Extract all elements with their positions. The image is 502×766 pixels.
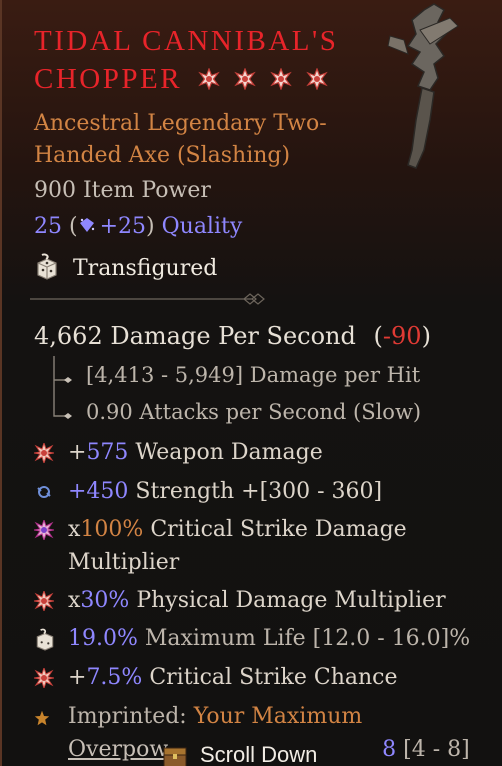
item-name-line1: TIDAL CANNIBAL'S xyxy=(34,25,339,57)
dps-line: 4,662 Damage Per Second (-90) xyxy=(34,322,431,350)
dps-value: 4,662 Damage Per Second xyxy=(34,322,356,350)
imprint-range: [4 - 8] xyxy=(396,737,470,762)
affix-prefix: x xyxy=(68,588,81,613)
quality-value: 25 xyxy=(34,214,62,239)
affix-value: 19.0% xyxy=(68,626,138,651)
affix-value: +450 xyxy=(68,479,129,504)
socket-icon xyxy=(234,68,256,90)
scroll-down-label: Scroll Down xyxy=(200,742,318,766)
attacks-per-second: 0.90 Attacks per Second (Slow) xyxy=(86,400,422,424)
quality-line: 25 ( +25) Quality xyxy=(34,214,242,239)
affix-text: Physical Damage Multiplier xyxy=(129,588,446,613)
imprint-text-b: Overpow xyxy=(68,737,169,762)
dps-tree-connector xyxy=(53,356,72,419)
damage-icon xyxy=(34,591,54,611)
transfigured-label: Transfigured xyxy=(73,256,218,281)
quality-label: Quality xyxy=(161,214,243,239)
transfigured-line: Transfigured xyxy=(34,253,217,281)
affix-crit-damage: x100% Critical Strike Damage Multiplier xyxy=(34,513,474,583)
quality-gem-icon xyxy=(79,218,94,232)
affix-prefix: + xyxy=(68,665,87,690)
affix-prefix: + xyxy=(68,440,87,465)
crit-damage-icon xyxy=(34,520,54,540)
dps-delta-open: ( xyxy=(373,322,383,350)
affix-weapon-damage: +575 Weapon Damage xyxy=(34,436,474,470)
affix-prefix: x xyxy=(68,517,81,542)
socket-icon xyxy=(270,68,292,90)
transfigured-icon xyxy=(37,253,57,280)
affix-value: 30% xyxy=(80,588,130,613)
quality-bonus: +25 xyxy=(99,214,147,239)
item-tooltip: TIDAL CANNIBAL'S CHOPPER Ancestral Legen… xyxy=(0,0,502,766)
item-name-line2: CHOPPER xyxy=(34,63,183,95)
damage-icon xyxy=(34,443,54,463)
item-power: 900 Item Power xyxy=(34,178,211,203)
affix-strength: +450 Strength +[300 - 360] xyxy=(34,475,474,509)
chest-icon xyxy=(163,747,187,766)
imprint-text-a: Your Maximum xyxy=(186,704,363,729)
socket-icon xyxy=(306,68,328,90)
affix-text: Critical Strike Chance xyxy=(142,665,398,690)
damage-per-hit: [4,413 - 5,949] Damage per Hit xyxy=(86,363,421,387)
dps-delta: -90 xyxy=(382,322,422,350)
transfigured-icon xyxy=(36,628,54,651)
affix-value: 100% xyxy=(80,517,144,542)
imprint-value: 8 xyxy=(382,737,397,762)
socket-icon xyxy=(198,68,220,90)
dps-delta-close: ) xyxy=(421,322,431,350)
affix-text: Weapon Damage xyxy=(128,440,323,465)
quality-open: ( xyxy=(62,214,78,239)
item-name: TIDAL CANNIBAL'S CHOPPER xyxy=(34,22,394,98)
strength-icon xyxy=(37,486,51,498)
item-name-line2-row: CHOPPER xyxy=(34,60,394,98)
item-type: Ancestral Legendary Two- Handed Axe (Sla… xyxy=(34,108,354,172)
quality-close: ) xyxy=(146,214,155,239)
affix-text: Maximum Life [12.0 - 16.0]% xyxy=(137,626,471,651)
affix-value: 575 xyxy=(86,440,129,465)
imprint-label: Imprinted: xyxy=(68,704,187,729)
star-icon xyxy=(34,710,50,726)
affix-crit-chance: +7.5% Critical Strike Chance xyxy=(34,661,474,695)
item-type-line1: Ancestral Legendary Two- xyxy=(34,111,327,136)
scroll-down-hint[interactable]: Scroll Down xyxy=(162,740,372,766)
socket-row xyxy=(198,60,342,98)
item-type-line2: Handed Axe (Slashing) xyxy=(34,143,291,168)
affix-value: 7.5% xyxy=(86,665,143,690)
section-divider xyxy=(30,293,265,305)
damage-icon xyxy=(34,668,54,688)
affix-text: Strength +[300 - 360] xyxy=(128,479,383,504)
affix-maximum-life: 19.0% Maximum Life [12.0 - 16.0]% xyxy=(34,622,474,656)
affix-physical-damage: x30% Physical Damage Multiplier xyxy=(34,584,474,618)
